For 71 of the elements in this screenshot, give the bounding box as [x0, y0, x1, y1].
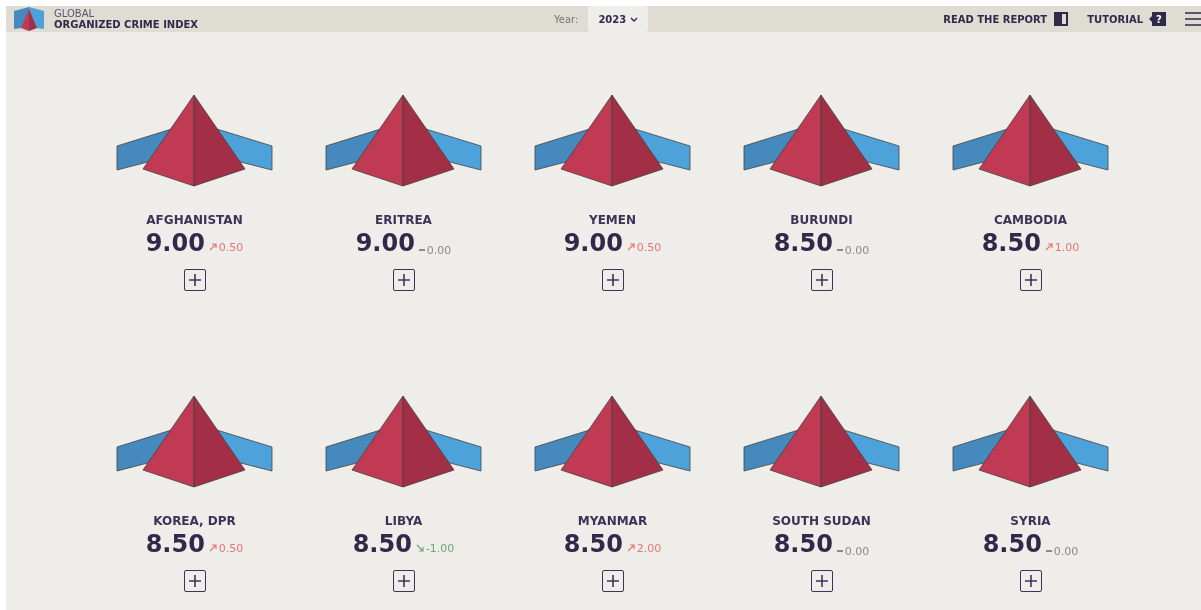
expand-button[interactable] [1019, 570, 1042, 592]
chevron-down-icon [630, 16, 639, 22]
plus-icon [606, 575, 619, 587]
expand-button[interactable] [183, 570, 206, 592]
score-change: 0.50 [218, 541, 244, 555]
country-name: SOUTH SUDAN [772, 514, 871, 528]
header-link[interactable]: TUTORIAL ? [1087, 11, 1167, 27]
arrow-up-right-icon [626, 544, 635, 552]
country-name: BURUNDI [790, 213, 853, 227]
arrow-down-right-icon [415, 544, 424, 552]
header-link[interactable]: READ THE REPORT [943, 11, 1070, 27]
plus-icon [188, 274, 201, 286]
book-icon [1053, 11, 1070, 27]
arrow-up-right-icon [626, 243, 635, 251]
plus-icon [1024, 575, 1037, 587]
score-value: 8.50 [773, 229, 833, 257]
plus-icon [397, 274, 410, 286]
score-change: 0.50 [636, 240, 662, 254]
expand-button[interactable] [601, 269, 624, 291]
dash-icon [1045, 550, 1052, 552]
score-change: 2.00 [636, 541, 662, 555]
plus-icon [188, 575, 201, 587]
country-name: LIBYA [384, 514, 423, 528]
score-value: 9.00 [563, 229, 623, 257]
score-value: 8.50 [981, 229, 1041, 257]
score-change: 0.50 [218, 240, 244, 254]
plus-icon [815, 575, 828, 587]
expand-button[interactable] [810, 269, 833, 291]
expand-button[interactable] [183, 269, 206, 291]
expand-button[interactable] [392, 269, 415, 291]
dash-icon [836, 550, 843, 552]
score-change: 1.00 [1054, 240, 1080, 254]
score-value: 8.50 [773, 530, 833, 558]
logo-icon [14, 7, 44, 31]
help-icon: ? [1149, 11, 1167, 27]
score-change: -1.00 [425, 541, 455, 555]
score-value: 8.50 [145, 530, 205, 558]
score-change: 0.00 [844, 243, 870, 257]
score-value: 8.50 [563, 530, 623, 558]
country-name: AFGHANISTAN [146, 213, 243, 227]
expand-button[interactable] [392, 570, 415, 592]
country-name: YEMEN [588, 213, 637, 227]
country-name: ERITREA [375, 213, 432, 227]
menu-icon[interactable] [1185, 11, 1201, 27]
arrow-up-right-icon [1044, 243, 1053, 251]
dash-icon [418, 249, 425, 251]
dash-icon [836, 249, 843, 251]
expand-button[interactable] [810, 570, 833, 592]
score-value: 8.50 [982, 530, 1042, 558]
country-name: CAMBODIA [993, 213, 1068, 227]
country-name: KOREA, DPR [153, 514, 236, 528]
score-value: 9.00 [355, 229, 415, 257]
score-value: 9.00 [145, 229, 205, 257]
score-change: 0.00 [1053, 544, 1079, 558]
expand-button[interactable] [1019, 269, 1042, 291]
expand-button[interactable] [601, 570, 624, 592]
logo-subtitle: GLOBAL [54, 8, 96, 19]
plus-icon [606, 274, 619, 286]
country-name: MYANMAR [577, 514, 648, 528]
score-change: 0.00 [844, 544, 870, 558]
score-value: 8.50 [352, 530, 412, 558]
country-name: SYRIA [1010, 514, 1051, 528]
arrow-up-right-icon [208, 544, 217, 552]
plus-icon [1024, 274, 1037, 286]
plus-icon [397, 575, 410, 587]
year-label: Year: [554, 13, 579, 25]
score-change: 0.00 [426, 243, 452, 257]
logo-title: ORGANIZED CRIME INDEX [54, 19, 199, 30]
arrow-up-right-icon [208, 243, 217, 251]
year-select[interactable]: 2023 [588, 6, 649, 32]
plus-icon [815, 274, 828, 286]
